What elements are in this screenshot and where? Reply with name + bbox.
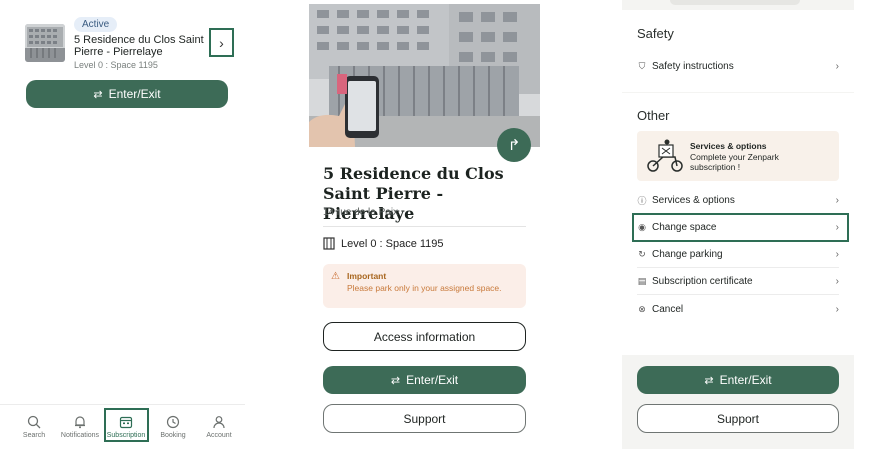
subscription-certificate-row[interactable]: ▤ Subscription certificate ›	[637, 269, 839, 295]
enter-exit-button[interactable]: ⇄ Enter/Exit	[637, 366, 839, 394]
share-icon: ↱	[507, 137, 521, 154]
enter-exit-label: Enter/Exit	[108, 87, 161, 101]
info-icon: ⓘ	[637, 196, 647, 206]
enter-exit-button[interactable]: ⇄ Enter/Exit	[26, 80, 228, 108]
clock-icon	[166, 415, 180, 429]
share-button[interactable]: ↱	[497, 128, 531, 162]
chevron-right-icon: ›	[835, 303, 839, 315]
chevron-right-icon: ›	[835, 276, 839, 287]
access-information-button[interactable]: Access information	[323, 322, 526, 351]
user-icon	[213, 416, 225, 429]
tab-account[interactable]: Account	[197, 411, 241, 439]
services-options-label: Services & options	[652, 195, 735, 206]
subscription-certificate-label: Subscription certificate	[652, 276, 753, 287]
tab-search[interactable]: Search	[12, 411, 56, 439]
active-tab-highlight	[104, 408, 149, 442]
services-options-row[interactable]: ⓘ Services & options ›	[637, 188, 839, 214]
swap-icon: ⇄	[93, 88, 103, 101]
space-info-label: Level 0 : Space 1195	[341, 237, 444, 250]
shield-icon: ⛉	[638, 60, 646, 71]
tab-booking[interactable]: Booking	[151, 411, 195, 439]
cancel-row[interactable]: ⊗ Cancel ›	[637, 296, 839, 322]
subscription-title[interactable]: 5 Residence du Clos Saint Pierre - Pierr…	[74, 34, 204, 58]
safety-instructions-row[interactable]: ⛉ Safety instructions ›	[637, 53, 839, 79]
parking-thumbnail	[25, 24, 65, 62]
important-notice: ⚠ Important Please park only in your ass…	[323, 264, 526, 308]
chevron-right-icon: ›	[835, 195, 839, 206]
chevron-right-icon: ›	[835, 60, 839, 72]
services-promo-card[interactable]: Services & options Complete your Zenpark…	[637, 131, 839, 181]
enter-exit-label: Enter/Exit	[719, 373, 772, 387]
support-button[interactable]: Support	[323, 404, 526, 433]
safety-section: Safety ⛉ Safety instructions ›	[622, 10, 854, 92]
sheet-edge	[670, 0, 800, 5]
parking-entrance-photo	[309, 4, 540, 147]
subscription-list-screen: Active 5 Residence du Clos Saint Pierre …	[0, 0, 245, 449]
tab-notifications[interactable]: Notifications	[58, 411, 102, 439]
scooter-illustration	[647, 139, 683, 172]
search-icon	[27, 415, 41, 429]
status-badge: Active	[74, 17, 118, 32]
promo-title: Services & options	[690, 141, 767, 151]
parking-space-icon	[323, 237, 335, 250]
tab-search-label: Search	[22, 432, 46, 439]
tab-booking-label: Booking	[160, 432, 186, 439]
swap-icon: ⇄	[390, 374, 401, 387]
change-parking-row[interactable]: ↻ Change parking ›	[637, 242, 839, 268]
enter-exit-label: Enter/Exit	[406, 373, 459, 387]
cancel-label: Cancel	[652, 303, 684, 315]
warning-icon: ⚠	[331, 271, 340, 282]
notice-text: Please park only in your assigned space.	[347, 283, 502, 293]
swap-icon: ⇄	[704, 374, 714, 387]
chevron-right-icon: ›	[835, 249, 839, 260]
bell-icon	[75, 416, 85, 429]
open-subscription-button[interactable]: ›	[209, 28, 234, 57]
cancel-icon: ⊗	[638, 303, 646, 314]
subscription-level: Level 0 : Space 1195	[74, 60, 158, 70]
safety-instructions-label: Safety instructions	[652, 60, 734, 72]
tab-notifications-label: Notifications	[60, 432, 100, 439]
support-button[interactable]: Support	[637, 404, 839, 433]
safety-heading: Safety	[637, 26, 674, 41]
space-info: Level 0 : Space 1195	[323, 237, 444, 250]
enter-exit-button[interactable]: ⇄ Enter/Exit	[323, 366, 526, 394]
parking-address: 14 rue de la Paix	[323, 207, 399, 218]
tab-account-label: Account	[206, 432, 232, 439]
refresh-icon: ↻	[638, 249, 646, 259]
chevron-right-icon: ›	[219, 34, 224, 51]
notice-title: Important	[347, 271, 387, 281]
other-heading: Other	[637, 108, 670, 123]
promo-text: Complete your Zenpark subscription !	[690, 152, 779, 172]
change-space-highlight	[632, 213, 849, 242]
document-icon: ▤	[637, 276, 647, 286]
change-parking-label: Change parking	[652, 249, 723, 260]
divider	[323, 226, 526, 227]
subscription-detail-screen: ↱ 5 Residence du Clos Saint Pierre - Pie…	[300, 0, 550, 449]
